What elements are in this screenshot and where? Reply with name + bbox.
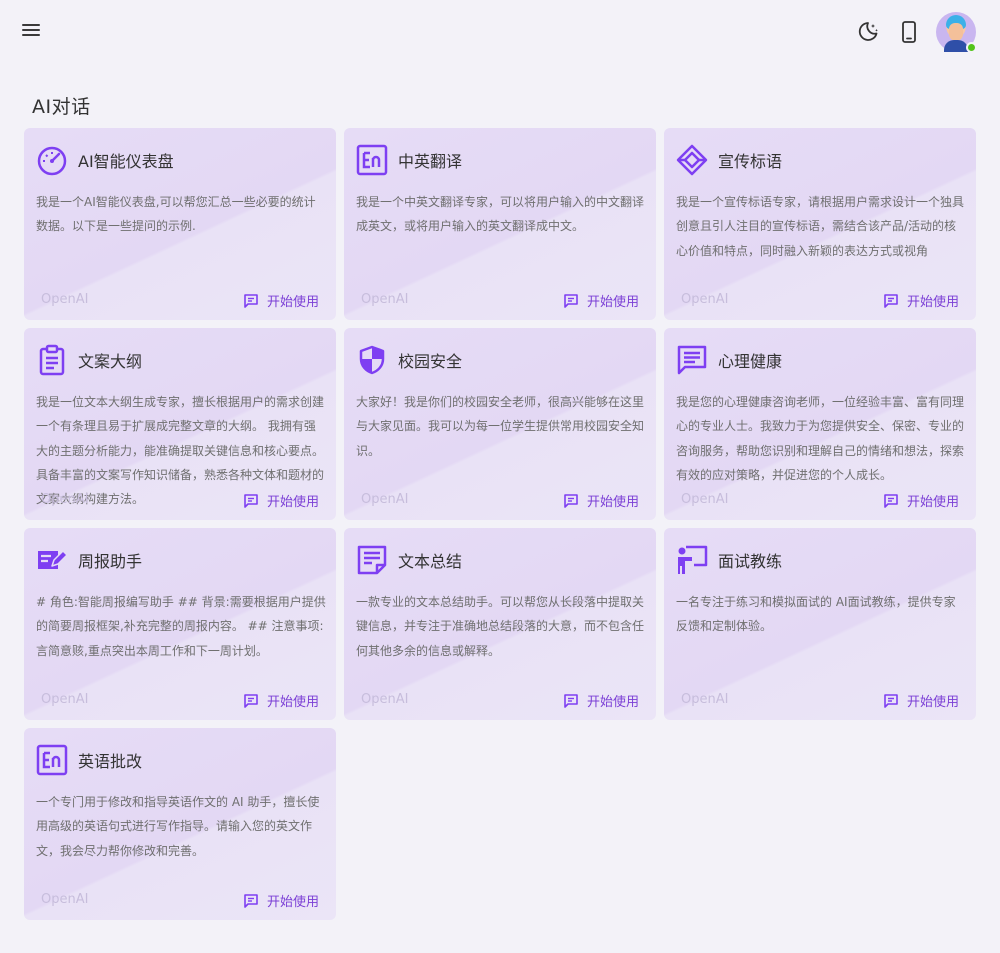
assistant-card[interactable]: 面试教练 一名专注于练习和模拟面试的 AI面试教练，提供专家反馈和定制体验。 O…	[664, 528, 976, 720]
assistant-card[interactable]: 文本总结 一款专业的文本总结助手。可以帮您从长段落中提取关键信息，并专注于准确地…	[344, 528, 656, 720]
card-title: 英语批改	[78, 752, 143, 771]
mobile-phone-icon[interactable]	[898, 20, 920, 44]
card-description: 我是您的心理健康咨询老师，一位经验丰富、富有同理心的专业人士。我致力于为您提供安…	[676, 395, 965, 482]
chat-icon	[564, 693, 578, 708]
card-description: 一款专业的文本总结助手。可以帮您从长段落中提取关键信息，并专注于准确地总结段落的…	[356, 595, 645, 658]
chat-icon	[884, 493, 898, 508]
menu-icon[interactable]	[22, 21, 44, 41]
card-header: 周报助手	[36, 544, 142, 576]
card-title: 中英翻译	[398, 152, 463, 171]
card-title: 校园安全	[398, 352, 463, 371]
start-button-label: 开始使用	[266, 895, 319, 910]
start-button[interactable]: 开始使用	[243, 491, 319, 510]
text-summary-icon	[357, 545, 387, 575]
card-title: 文本总结	[398, 552, 463, 571]
english-en-icon	[36, 744, 68, 776]
avatar-body	[944, 40, 968, 52]
card-description: 一个专门用于修改和指导英语作文的 AI 助手，擅长使用高级的英语句式进行写作指导…	[36, 795, 320, 858]
start-button[interactable]: 开始使用	[563, 691, 639, 710]
start-button-label: 开始使用	[586, 695, 639, 710]
card-provider: OpenAI	[681, 492, 729, 507]
card-provider: OpenAI	[361, 492, 409, 507]
card-header: 心理健康	[676, 344, 782, 376]
assistant-card[interactable]: 英语批改 一个专门用于修改和指导英语作文的 AI 助手，擅长使用高级的英语句式进…	[24, 728, 336, 920]
card-header: 文本总结	[356, 544, 462, 576]
card-header: 宣传标语	[676, 144, 782, 176]
card-description: # 角色:智能周报编写助手 ## 背景:需要根据用户提供的简要周报框架,补充完整…	[36, 595, 326, 658]
card-header: 校园安全	[356, 344, 462, 376]
start-button[interactable]: 开始使用	[883, 491, 959, 510]
card-provider: OpenAI	[41, 492, 89, 507]
card-description: 我是一个AI智能仪表盘,可以帮您汇总一些必要的统计数据。以下是一些提问的示例.	[36, 195, 316, 234]
start-button-label: 开始使用	[266, 295, 319, 310]
chat-icon	[244, 693, 258, 708]
card-title: 心理健康	[718, 352, 783, 371]
card-title: 文案大纲	[78, 352, 143, 371]
english-en-icon	[356, 144, 388, 176]
card-header: AI智能仪表盘	[36, 144, 174, 176]
card-description: 大家好！我是你们的校园安全老师，很高兴能够在这里与大家见面。我可以为每一位学生提…	[356, 395, 645, 458]
card-title: 周报助手	[78, 552, 143, 571]
card-provider: OpenAI	[41, 292, 89, 307]
chat-icon	[564, 493, 578, 508]
shield-icon	[359, 345, 385, 375]
card-header: 英语批改	[36, 744, 142, 776]
start-button-label: 开始使用	[906, 495, 959, 510]
card-provider: OpenAI	[41, 892, 89, 907]
card-header: 中英翻译	[356, 144, 462, 176]
edit-note-icon	[38, 550, 68, 569]
start-button-label: 开始使用	[266, 495, 319, 510]
start-button-label: 开始使用	[906, 695, 959, 710]
speedometer-icon	[37, 146, 67, 176]
card-header: 文案大纲	[36, 344, 142, 376]
page-title: AI对话	[32, 96, 91, 118]
start-button[interactable]: 开始使用	[243, 891, 319, 910]
assistant-card[interactable]: 中英翻译 我是一个中英文翻译专家，可以将用户输入的中文翻译成英文，或将用户输入的…	[344, 128, 656, 320]
start-button[interactable]: 开始使用	[243, 291, 319, 310]
chat-icon	[244, 493, 258, 508]
top-bar	[0, 0, 1000, 64]
start-button[interactable]: 开始使用	[883, 291, 959, 310]
chat-icon	[884, 293, 898, 308]
assistant-card[interactable]: 文案大纲 我是一位文本大纲生成专家，擅长根据用户的需求创建一个有条理且易于扩展成…	[24, 328, 336, 520]
online-status-dot	[966, 42, 977, 53]
moon-stars-icon[interactable]	[856, 20, 880, 44]
diamond-icon	[676, 144, 708, 176]
card-description: 我是一个中英文翻译专家，可以将用户输入的中文翻译成英文，或将用户输入的英文翻译成…	[356, 195, 645, 234]
message-text-icon	[677, 345, 707, 375]
card-provider: OpenAI	[681, 692, 729, 707]
assistant-card[interactable]: 校园安全 大家好！我是你们的校园安全老师，很高兴能够在这里与大家见面。我可以为每…	[344, 328, 656, 520]
start-button-label: 开始使用	[586, 295, 639, 310]
assistant-card[interactable]: 周报助手 # 角色:智能周报编写助手 ## 背景:需要根据用户提供的简要周报框架…	[24, 528, 336, 720]
assistant-card[interactable]: 宣传标语 我是一个宣传标语专家，请根据用户需求设计一个独具创意且引人注目的宣传标…	[664, 128, 976, 320]
card-header: 面试教练	[676, 544, 782, 576]
avatar-face	[949, 23, 963, 41]
assistant-card-grid: AI智能仪表盘 我是一个AI智能仪表盘,可以帮您汇总一些必要的统计数据。以下是一…	[24, 128, 976, 920]
start-button-label: 开始使用	[906, 295, 959, 310]
card-provider: OpenAI	[361, 292, 409, 307]
card-title: AI智能仪表盘	[78, 152, 174, 171]
card-title: 宣传标语	[718, 152, 783, 171]
card-title: 面试教练	[718, 552, 783, 571]
user-avatar[interactable]	[936, 12, 977, 53]
chat-icon	[884, 693, 898, 708]
assistant-card[interactable]: AI智能仪表盘 我是一个AI智能仪表盘,可以帮您汇总一些必要的统计数据。以下是一…	[24, 128, 336, 320]
start-button[interactable]: 开始使用	[883, 691, 959, 710]
teacher-board-icon	[678, 545, 708, 574]
card-provider: OpenAI	[361, 692, 409, 707]
chat-icon	[564, 293, 578, 308]
assistant-card[interactable]: 心理健康 我是您的心理健康咨询老师，一位经验丰富、富有同理心的专业人士。我致力于…	[664, 328, 976, 520]
card-provider: OpenAI	[41, 692, 89, 707]
clipboard-icon	[39, 344, 65, 376]
start-button[interactable]: 开始使用	[563, 291, 639, 310]
card-description: 我是一个宣传标语专家，请根据用户需求设计一个独具创意且引人注目的宣传标语，需结合…	[676, 195, 965, 258]
start-button-label: 开始使用	[266, 695, 319, 710]
card-description: 一名专注于练习和模拟面试的 AI面试教练，提供专家反馈和定制体验。	[676, 595, 956, 634]
start-button[interactable]: 开始使用	[243, 691, 319, 710]
chat-icon	[244, 293, 258, 308]
card-provider: OpenAI	[681, 292, 729, 307]
start-button[interactable]: 开始使用	[563, 491, 639, 510]
chat-icon	[244, 893, 258, 908]
start-button-label: 开始使用	[586, 495, 639, 510]
